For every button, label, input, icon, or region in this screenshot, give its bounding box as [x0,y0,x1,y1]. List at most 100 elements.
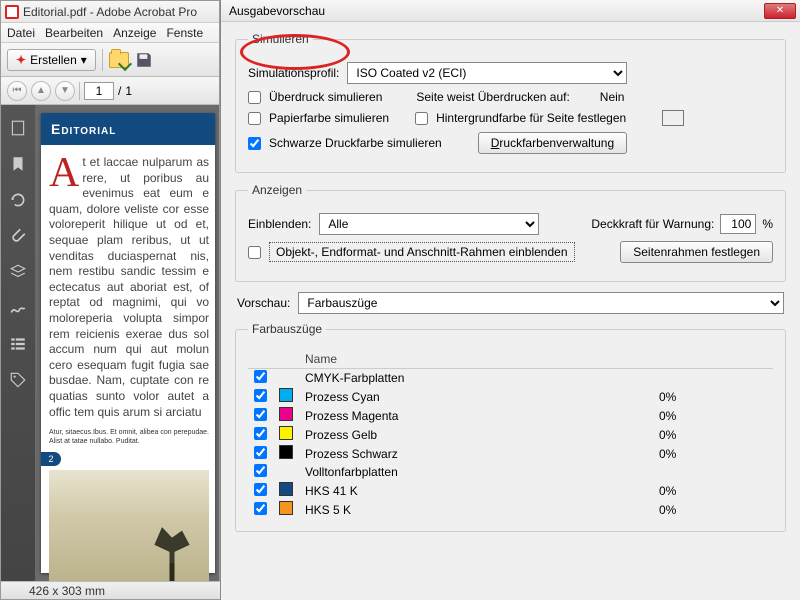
menubar[interactable]: Datei Bearbeiten Anzeige Fenste [1,23,219,43]
pages-panel-icon[interactable] [9,119,27,137]
pdf-page: Editorial A t et laccae nulparum as rere… [41,113,215,573]
menu-fenster[interactable]: Fenste [166,26,203,40]
preview-select[interactable]: Farbauszüge [298,292,784,314]
plate-name: Prozess Cyan [299,387,653,406]
output-preview-dialog: Ausgabevorschau ✕ Simulieren Simulations… [220,0,800,600]
plate-checkbox[interactable] [254,464,267,477]
plate-checkbox[interactable] [254,408,267,421]
plate-checkbox[interactable] [254,502,267,515]
simulate-black-ink-checkbox[interactable] [248,137,261,150]
color-swatch [279,407,293,421]
plate-percent: 0% [653,425,773,444]
plate-name: Prozess Gelb [299,425,653,444]
separations-legend: Farbauszüge [248,322,326,336]
signatures-panel-icon[interactable] [9,299,27,317]
simulate-legend: Simulieren [248,32,313,46]
show-boxes-checkbox[interactable] [248,246,261,259]
simulate-overprint-checkbox[interactable] [248,91,261,104]
plate-checkbox[interactable] [254,389,267,402]
simulation-profile-label: Simulationsprofil: [248,66,339,80]
separations-group: Farbauszüge Name CMYK-FarbplattenProzess… [235,322,786,532]
nav-toolbar: ⏮ ▲ ▼ / 1 [1,77,219,105]
pdf-viewport[interactable]: Editorial A t et laccae nulparum as rere… [35,105,219,583]
open-folder-icon[interactable] [109,52,129,68]
save-icon[interactable] [135,51,153,69]
set-page-boxes-button[interactable]: Seitenrahmen festlegen [620,241,773,263]
display-legend: Anzeigen [248,183,306,197]
plate-name: CMYK-Farbplatten [299,369,653,388]
page-size-readout: 426 x 303 mm [29,584,105,598]
table-row: Prozess Schwarz0% [248,444,773,463]
undo-icon[interactable] [9,191,27,209]
nav-down-icon[interactable]: ▼ [55,81,75,101]
page-slash: / [118,84,121,98]
plate-name: HKS 41 K [299,481,653,500]
page-bg-swatch[interactable] [662,110,684,126]
document-area: Editorial A t et laccae nulparum as rere… [1,105,219,583]
menu-anzeige[interactable]: Anzeige [113,26,156,40]
bookmarks-panel-icon[interactable] [9,155,27,173]
plate-percent [653,463,773,481]
color-swatch [279,388,293,402]
separator [79,82,80,100]
tags-panel-icon[interactable] [9,371,27,389]
table-row: CMYK-Farbplatten [248,369,773,388]
plate-name: Prozess Magenta [299,406,653,425]
table-row: Prozess Cyan0% [248,387,773,406]
nav-first-icon[interactable]: ⏮ [7,81,27,101]
color-swatch [279,501,293,515]
separator [102,49,103,71]
create-button[interactable]: ✦ Erstellen ▾ [7,49,96,71]
pdf-page-number-tab: 2 [41,452,61,466]
table-row: Prozess Magenta0% [248,406,773,425]
plate-checkbox[interactable] [254,427,267,440]
table-row: HKS 41 K0% [248,481,773,500]
set-page-bg-label: Hintergrundfarbe für Seite festlegen [436,111,626,125]
simulate-overprint-label: Überdruck simulieren [269,90,382,104]
page-number-input[interactable] [84,82,114,100]
set-page-bg-checkbox[interactable] [415,112,428,125]
dialog-titlebar[interactable]: Ausgabevorschau ✕ [221,0,800,22]
table-row: Volltonfarbplatten [248,463,773,481]
einblenden-label: Einblenden: [248,217,311,231]
plate-name: Prozess Schwarz [299,444,653,463]
simulate-paper-color-label: Papierfarbe simulieren [269,111,389,125]
overprint-hint-label: Seite weist Überdrucken auf: [416,90,569,104]
separations-table: Name CMYK-FarbplattenProzess Cyan0%Proze… [248,350,773,519]
plate-name: HKS 5 K [299,500,653,519]
simulate-black-ink-label: Schwarze Druckfarbe simulieren [269,136,442,150]
display-group: Anzeigen Einblenden: Alle Deckkraft für … [235,183,786,282]
pdf-small-text: Atur, sitaecus.Ibus. Et omnit, alibea co… [49,428,209,446]
table-row: HKS 5 K0% [248,500,773,519]
pdf-file-icon [5,5,19,19]
col-name: Name [299,350,653,369]
left-panel [1,105,35,583]
einblenden-select[interactable]: Alle [319,213,539,235]
preview-label: Vorschau: [237,296,290,310]
order-panel-icon[interactable] [9,335,27,353]
plate-checkbox[interactable] [254,370,267,383]
warning-opacity-input[interactable] [720,214,756,234]
menu-datei[interactable]: Datei [7,26,35,40]
color-swatch [279,445,293,459]
simulation-profile-select[interactable]: ISO Coated v2 (ECI) [347,62,627,84]
plate-checkbox[interactable] [254,446,267,459]
color-swatch [279,426,293,440]
simulate-group: Simulieren Simulationsprofil: ISO Coated… [235,32,786,173]
plate-percent [653,369,773,388]
pdf-dropcap: A [49,155,82,191]
attachments-panel-icon[interactable] [9,227,27,245]
plate-checkbox[interactable] [254,483,267,496]
simulate-paper-color-checkbox[interactable] [248,112,261,125]
ink-manager-button[interactable]: Druckfarbenverwaltung [478,132,627,154]
layers-panel-icon[interactable] [9,263,27,281]
menu-bearbeiten[interactable]: Bearbeiten [45,26,103,40]
window-title: Editorial.pdf - Adobe Acrobat Pro [23,5,197,19]
warning-opacity-label: Deckkraft für Warnung: [591,217,714,231]
nav-up-icon[interactable]: ▲ [31,81,51,101]
main-toolbar: ✦ Erstellen ▾ [1,43,219,77]
close-icon[interactable]: ✕ [764,3,796,19]
status-bar: 426 x 303 mm [1,581,221,599]
plate-percent: 0% [653,406,773,425]
plate-percent: 0% [653,500,773,519]
